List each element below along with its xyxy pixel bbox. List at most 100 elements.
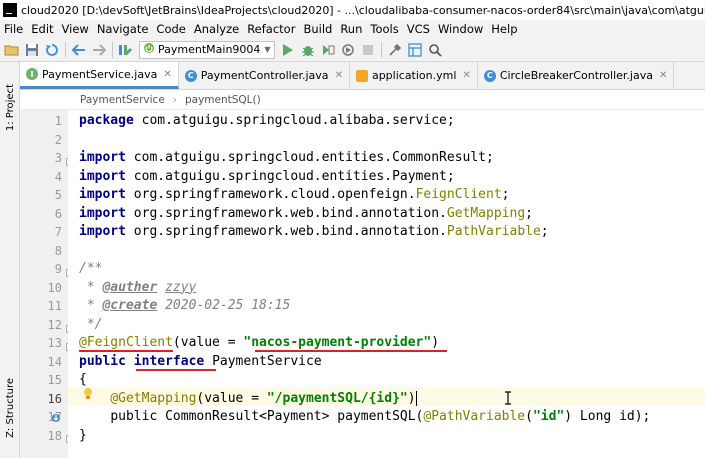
line-number: 7	[54, 225, 62, 239]
menu-vcs[interactable]: VCS	[403, 22, 434, 36]
menu-build[interactable]: Build	[299, 22, 336, 36]
tab-label: CircleBreakerController.java	[499, 69, 653, 82]
editor-tabs: I PaymentService.java ✕ C PaymentControl…	[20, 62, 705, 90]
profile-icon[interactable]	[338, 40, 358, 60]
line-number: 5	[54, 188, 62, 202]
line-number: 10	[47, 280, 62, 295]
close-icon[interactable]: ✕	[659, 70, 667, 81]
project-tool-tab[interactable]: 1: Project	[0, 76, 20, 140]
close-icon[interactable]: ✕	[163, 69, 171, 80]
code-line-6: import org.springframework.web.bind.anno…	[79, 205, 533, 221]
implementation-gutter-icon[interactable]	[51, 413, 61, 423]
line-number: 8	[54, 243, 62, 258]
open-folder-icon[interactable]	[2, 40, 22, 60]
code-line-18: }	[79, 427, 87, 443]
text-cursor	[415, 390, 417, 406]
code-editor[interactable]: package com.atguigu.springcloud.alibaba.…	[68, 110, 705, 458]
code-line-12: */	[79, 316, 103, 332]
sync-icon[interactable]	[42, 40, 62, 60]
line-number-current: 16	[47, 391, 62, 406]
title-bar: cloud2020 [D:\devSoft\JetBrains\IdeaProj…	[0, 0, 705, 20]
line-number: 4	[54, 169, 62, 184]
close-icon[interactable]: ✕	[335, 70, 343, 81]
project-structure-icon[interactable]	[405, 40, 425, 60]
annotation-underline	[79, 350, 173, 352]
interface-icon: I	[26, 68, 38, 80]
breadcrumb: PaymentService › paymentSQL()	[20, 90, 705, 110]
line-number: 6	[54, 206, 62, 221]
menu-file[interactable]: File	[0, 22, 27, 36]
tab-application-yml[interactable]: application.yml ✕	[350, 62, 478, 89]
code-line-16: @GetMapping(value = "/paymentSQL/{id}")	[110, 390, 417, 406]
line-number: 15	[47, 373, 62, 387]
line-number: 1	[54, 114, 62, 128]
structure-tool-tab[interactable]: Z: Structure	[0, 370, 20, 446]
lightbulb-icon[interactable]	[83, 387, 93, 401]
run-icon[interactable]	[278, 40, 298, 60]
class-icon: C	[483, 69, 496, 82]
menu-navigate[interactable]: Navigate	[93, 22, 153, 36]
debug-icon[interactable]	[298, 40, 318, 60]
menu-code[interactable]: Code	[152, 22, 189, 36]
code-line-7: import org.springframework.web.bind.anno…	[79, 224, 549, 239]
code-line-4: import com.atguigu.springcloud.entities.…	[79, 168, 455, 184]
code-line-11: * @create 2020-02-25 18:15	[79, 298, 291, 313]
run-configuration-label: PaymentMain9004	[158, 43, 261, 56]
spring-boot-icon	[143, 42, 155, 57]
menu-analyze[interactable]: Analyze	[190, 22, 243, 36]
menu-edit[interactable]: Edit	[27, 22, 57, 36]
menu-window[interactable]: Window	[434, 22, 487, 36]
menu-view[interactable]: View	[58, 22, 93, 36]
left-tool-strip: 1: Project Z: Structure	[0, 62, 20, 458]
menu-tools[interactable]: Tools	[366, 22, 402, 36]
tab-label: application.yml	[371, 69, 457, 82]
tab-payment-controller[interactable]: C PaymentController.java ✕	[179, 62, 350, 89]
menu-bar: File Edit View Navigate Code Analyze Ref…	[0, 20, 705, 38]
code-line-10: * @auther zzyy	[79, 279, 197, 295]
search-icon[interactable]	[425, 40, 445, 60]
code-line-9: /**	[79, 261, 103, 276]
code-line-17: public CommonResult<Payment> paymentSQL(…	[110, 409, 651, 424]
back-arrow-icon[interactable]	[69, 40, 89, 60]
class-icon: C	[184, 69, 197, 82]
project-tool-label: 1: Project	[4, 84, 16, 132]
line-number: 18	[47, 428, 62, 443]
tab-payment-service[interactable]: I PaymentService.java ✕	[20, 62, 179, 89]
line-number-gutter[interactable]: 1 2 3 4 5 6 7 8 9 10 11 12 13 14 15 16 1…	[20, 110, 74, 458]
line-number: 12	[47, 317, 62, 332]
menu-refactor[interactable]: Refactor	[243, 22, 299, 36]
toolbar-separator	[112, 41, 113, 58]
annotation-underline	[255, 350, 447, 352]
breadcrumb-item-method[interactable]: paymentSQL()	[185, 94, 261, 106]
main-toolbar: PaymentMain9004 ▼	[0, 38, 705, 62]
structure-tool-label: Z: Structure	[4, 378, 16, 438]
tab-circle-breaker-controller[interactable]: C CircleBreakerController.java ✕	[478, 62, 675, 89]
line-number: 14	[47, 354, 62, 369]
line-number: 11	[47, 299, 62, 313]
breadcrumb-item-interface[interactable]: PaymentService	[80, 94, 165, 106]
toolbar-separator	[65, 41, 66, 58]
line-number: 2	[54, 132, 62, 147]
build-icon[interactable]	[116, 40, 136, 60]
window-title: cloud2020 [D:\devSoft\JetBrains\IdeaProj…	[21, 3, 705, 17]
chevron-down-icon: ▼	[264, 45, 271, 54]
coverage-icon[interactable]	[318, 40, 338, 60]
annotation-underline	[136, 369, 216, 371]
menu-run[interactable]: Run	[336, 22, 366, 36]
yaml-file-icon	[355, 69, 368, 82]
forward-arrow-icon[interactable]	[89, 40, 109, 60]
line-number: 3	[54, 151, 62, 165]
stop-icon[interactable]	[358, 40, 378, 60]
code-line-5: import org.springframework.cloud.openfei…	[79, 187, 510, 202]
settings-icon[interactable]	[385, 40, 405, 60]
run-configuration-select[interactable]: PaymentMain9004 ▼	[139, 40, 275, 59]
tab-label: PaymentService.java	[42, 67, 158, 81]
tab-label: PaymentController.java	[200, 69, 329, 82]
line-number: 9	[54, 262, 62, 276]
save-icon[interactable]	[22, 40, 42, 60]
mouse-ibeam-cursor-icon	[504, 391, 512, 405]
line-number: 13	[47, 336, 62, 350]
code-line-1: package com.atguigu.springcloud.alibaba.…	[79, 113, 455, 128]
menu-help[interactable]: Help	[487, 22, 521, 36]
close-icon[interactable]: ✕	[462, 70, 470, 81]
